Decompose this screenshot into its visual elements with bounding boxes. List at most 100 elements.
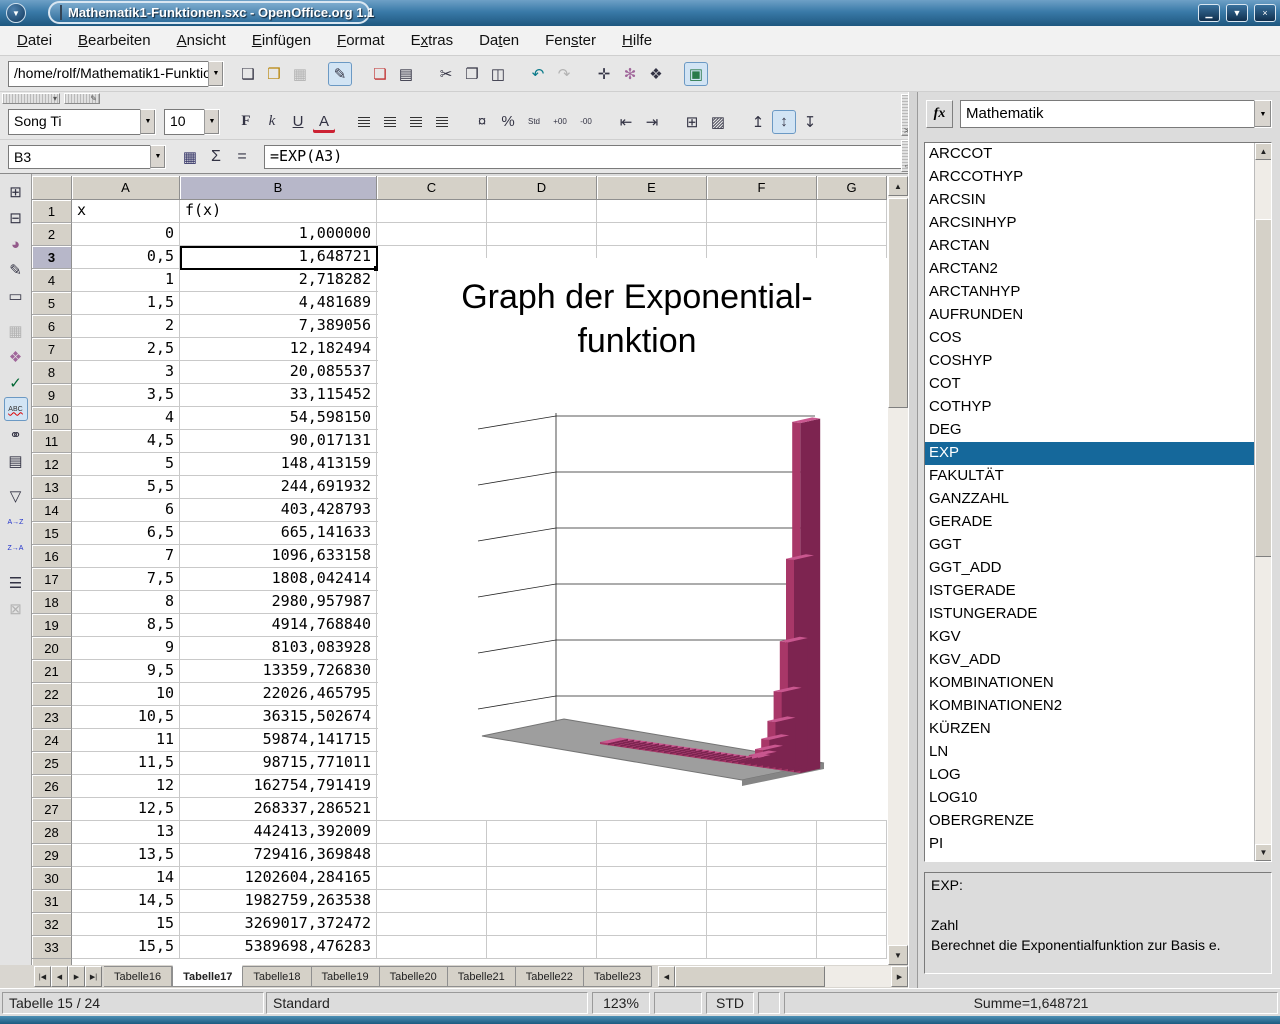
category-field[interactable]: Mathematik: [960, 100, 1254, 128]
cell-column-b[interactable]: 403,428793: [180, 499, 377, 522]
cell-column-b[interactable]: 4,481689: [180, 292, 377, 315]
row-header[interactable]: 20: [32, 637, 72, 660]
row-header[interactable]: 10: [32, 407, 72, 430]
cell-column-a[interactable]: 7,5: [72, 568, 180, 591]
cell-column-d[interactable]: [487, 200, 597, 223]
font-name-dropdown-button[interactable]: ▼: [140, 109, 156, 135]
row-header[interactable]: 15: [32, 522, 72, 545]
cell-column-a[interactable]: 0,5: [72, 246, 180, 269]
row-header[interactable]: 13: [32, 476, 72, 499]
row-header[interactable]: 31: [32, 890, 72, 913]
function-list-item[interactable]: PI: [925, 833, 1254, 856]
cell-column-c[interactable]: [377, 821, 487, 844]
cell-column-b[interactable]: 442413,392009: [180, 821, 377, 844]
cell-column-a[interactable]: 0: [72, 223, 180, 246]
align-top-button[interactable]: ↥: [746, 110, 770, 134]
function-list-item[interactable]: AUFRUNDEN: [925, 304, 1254, 327]
row-header[interactable]: 28: [32, 821, 72, 844]
cell-column-b[interactable]: 12,182494: [180, 338, 377, 361]
stylist-icon[interactable]: ✻: [618, 62, 642, 86]
number-percent-button[interactable]: %: [496, 110, 520, 134]
cell-column-c[interactable]: [377, 867, 487, 890]
sheet-tab[interactable]: Tabelle21: [448, 966, 516, 987]
font-size-combobox[interactable]: 10 ▼: [164, 109, 220, 135]
align-right-button[interactable]: [404, 110, 428, 134]
cell-column-f[interactable]: [707, 890, 817, 913]
cell-column-d[interactable]: [487, 913, 597, 936]
print-icon[interactable]: ▤: [394, 62, 418, 86]
function-list-item[interactable]: ISTGERADE: [925, 580, 1254, 603]
undo-icon[interactable]: ↶: [526, 62, 550, 86]
cell-column-a[interactable]: 3: [72, 361, 180, 384]
url-combobox[interactable]: /home/rolf/Mathematik1-Funktionen.sxc ▼: [8, 61, 224, 87]
cell-column-b[interactable]: 1982759,263538: [180, 890, 377, 913]
status-insert-mode[interactable]: [654, 992, 702, 1014]
cell-column-e[interactable]: [597, 223, 707, 246]
select-all-corner[interactable]: [32, 176, 72, 200]
cell-column-c[interactable]: [377, 913, 487, 936]
font-size-dropdown-button[interactable]: ▼: [204, 109, 220, 135]
function-list-item[interactable]: ARCSIN: [925, 189, 1254, 212]
cell-column-c[interactable]: [377, 890, 487, 913]
cell-column-d[interactable]: [487, 223, 597, 246]
cell-column-a[interactable]: 11: [72, 729, 180, 752]
function-list-scrollbar[interactable]: ▲ ▼: [1254, 143, 1271, 861]
spellcheck-icon[interactable]: ✓: [4, 371, 28, 395]
cell-column-b[interactable]: 2980,957987: [180, 591, 377, 614]
cell-column-a[interactable]: 15,5: [72, 936, 180, 959]
cell-column-g[interactable]: [817, 821, 887, 844]
cell-column-f[interactable]: [707, 223, 817, 246]
function-autopilot-icon[interactable]: ▦: [178, 145, 202, 169]
cell-column-b[interactable]: f(x): [180, 200, 377, 223]
sheet-tab[interactable]: Tabelle18: [243, 966, 311, 987]
column-header[interactable]: F: [707, 176, 817, 200]
draw-functions-icon[interactable]: ✎: [4, 258, 28, 282]
cut-icon[interactable]: ✂: [434, 62, 458, 86]
row-header[interactable]: 22: [32, 683, 72, 706]
number-standard-button[interactable]: Std: [522, 110, 546, 134]
column-header[interactable]: G: [817, 176, 887, 200]
cell-reference-box[interactable]: B3 ▼: [8, 145, 166, 169]
cell-column-b[interactable]: 1096,633158: [180, 545, 377, 568]
function-list-item[interactable]: EXP: [925, 442, 1254, 465]
cell-column-g[interactable]: [817, 223, 887, 246]
function-list-item[interactable]: COSHYP: [925, 350, 1254, 373]
cell-column-b[interactable]: 20,085537: [180, 361, 377, 384]
scroll-left-button[interactable]: ◀: [658, 966, 675, 987]
cell-column-b[interactable]: 665,141633: [180, 522, 377, 545]
row-header[interactable]: 11: [32, 430, 72, 453]
italic-button[interactable]: k: [260, 110, 284, 134]
scroll-right-button[interactable]: ▶: [891, 966, 908, 987]
cell-column-a[interactable]: 1: [72, 269, 180, 292]
column-header[interactable]: C: [377, 176, 487, 200]
number-currency-button[interactable]: ¤: [470, 110, 494, 134]
chart-object[interactable]: Graph der Exponential- funktion: [378, 258, 888, 820]
cell-column-b[interactable]: 148,413159: [180, 453, 377, 476]
delete-decimal-button[interactable]: -00: [574, 110, 598, 134]
previous-sheet-button[interactable]: ◀: [51, 966, 68, 987]
cell-column-e[interactable]: [597, 844, 707, 867]
cell-column-f[interactable]: [707, 821, 817, 844]
insert-table-icon[interactable]: ▦: [4, 319, 28, 343]
function-list-item[interactable]: KOMBINATIONEN: [925, 672, 1254, 695]
first-sheet-button[interactable]: |◀: [34, 966, 51, 987]
scroll-up-button[interactable]: ▲: [888, 176, 908, 196]
data-sources-icon[interactable]: ▤: [4, 449, 28, 473]
background-color-button[interactable]: ▨: [706, 110, 730, 134]
list-scroll-up-button[interactable]: ▲: [1255, 143, 1272, 160]
function-list-item[interactable]: ARCSINHYP: [925, 212, 1254, 235]
cell-column-a[interactable]: 9: [72, 637, 180, 660]
cell-column-d[interactable]: [487, 844, 597, 867]
cell-column-a[interactable]: 14: [72, 867, 180, 890]
cell-column-b[interactable]: 90,017131: [180, 430, 377, 453]
row-header[interactable]: 4: [32, 269, 72, 292]
navigator-icon[interactable]: ✛: [592, 62, 616, 86]
cell-column-a[interactable]: x: [72, 200, 180, 223]
function-list-item[interactable]: COS: [925, 327, 1254, 350]
cell-column-e[interactable]: [597, 867, 707, 890]
row-header[interactable]: 24: [32, 729, 72, 752]
cell-column-e[interactable]: [597, 200, 707, 223]
cell-column-b[interactable]: 7,389056: [180, 315, 377, 338]
row-header[interactable]: 21: [32, 660, 72, 683]
cell-column-g[interactable]: [817, 936, 887, 959]
